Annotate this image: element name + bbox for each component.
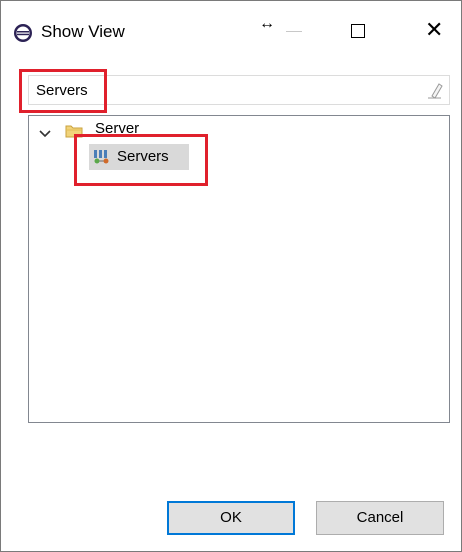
eclipse-icon xyxy=(13,23,33,43)
ok-button[interactable]: OK xyxy=(167,501,295,535)
annotation-highlight-servers xyxy=(74,134,208,186)
resize-arrows-icon: ↔ xyxy=(259,15,275,32)
maximize-button[interactable] xyxy=(351,24,365,38)
minimize-button[interactable] xyxy=(286,31,302,32)
title-bar[interactable]: Show View ↔ ✕ xyxy=(1,1,461,63)
cancel-button[interactable]: Cancel xyxy=(316,501,444,535)
close-button[interactable]: ✕ xyxy=(425,19,443,41)
dialog-title: Show View xyxy=(41,22,125,41)
annotation-highlight-filter xyxy=(19,69,107,113)
chevron-down-icon[interactable] xyxy=(39,126,51,138)
eraser-icon[interactable] xyxy=(427,81,443,99)
show-view-dialog: Show View ↔ ✕ Servers Server Servers OK … xyxy=(0,0,462,552)
